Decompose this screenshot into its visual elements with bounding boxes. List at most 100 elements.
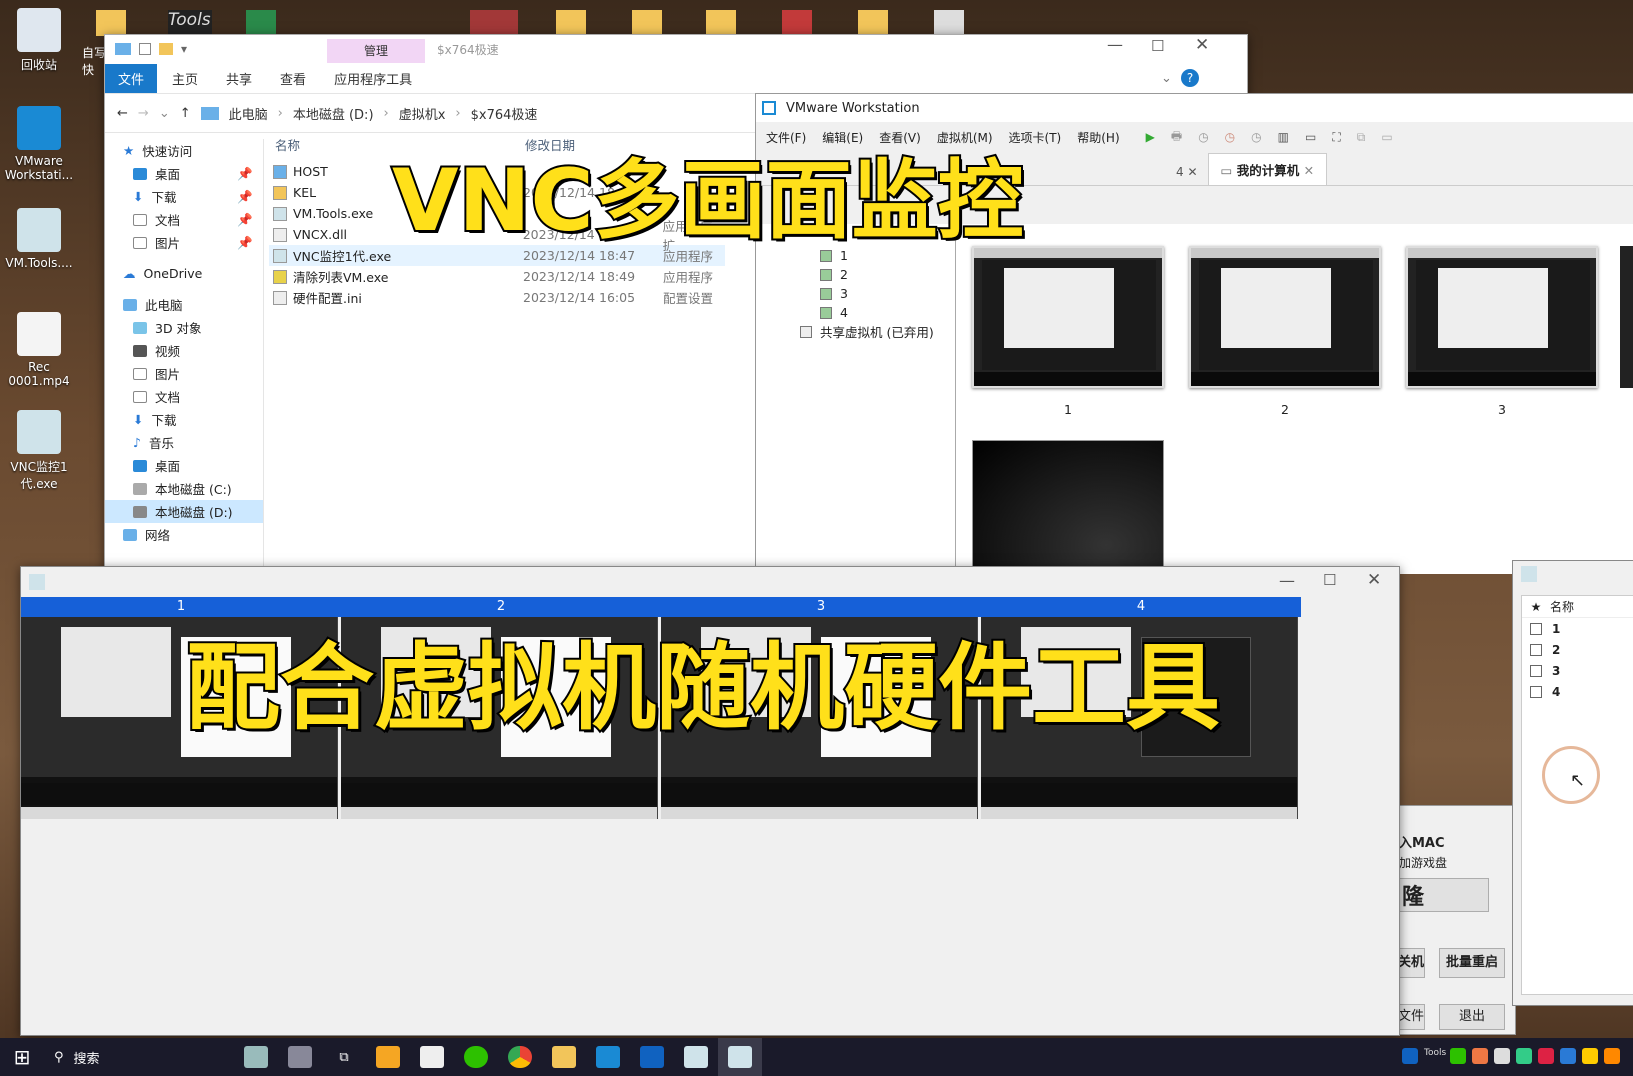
- excel-icon[interactable]: [246, 10, 276, 36]
- taskbar-app-cortana[interactable]: [234, 1038, 278, 1076]
- nav-pictures-pc[interactable]: 图片: [105, 362, 263, 385]
- breadcrumb-item[interactable]: 此电脑: [229, 104, 268, 123]
- nav-music[interactable]: ♪ 音乐: [105, 431, 263, 454]
- taskbar-app-wechat[interactable]: [454, 1038, 498, 1076]
- vm-tree-item[interactable]: 4: [800, 303, 934, 322]
- nav-pictures[interactable]: 图片 📌: [105, 231, 263, 254]
- desktop-icon-vnc[interactable]: VNC监控1代.exe: [0, 410, 78, 492]
- back-arrow-icon[interactable]: ←: [117, 106, 128, 121]
- nav-network[interactable]: 网络: [105, 523, 263, 546]
- folder-icon[interactable]: [556, 10, 586, 36]
- taskbar-app-mail[interactable]: [410, 1038, 454, 1076]
- nav-videos[interactable]: 视频: [105, 339, 263, 362]
- maximize-button[interactable]: ☐: [1323, 571, 1336, 589]
- nav-downloads-pc[interactable]: ⬇ 下载: [105, 408, 263, 431]
- archive-icon[interactable]: [470, 10, 518, 36]
- breadcrumb-item[interactable]: 本地磁盘 (D:): [293, 104, 374, 123]
- folder-icon[interactable]: [632, 10, 662, 36]
- clone-button[interactable]: 隆: [1397, 878, 1489, 912]
- tray-icon[interactable]: [1560, 1048, 1576, 1064]
- menu-help[interactable]: 帮助(H): [1077, 129, 1119, 146]
- nav-desktop-pc[interactable]: 桌面: [105, 454, 263, 477]
- vm-tree-item[interactable]: 3: [800, 284, 934, 303]
- shutdown-button[interactable]: 关机: [1397, 948, 1425, 978]
- tray-icon[interactable]: [1582, 1048, 1598, 1064]
- close-button[interactable]: ✕: [1367, 570, 1381, 590]
- settings-file-icon[interactable]: [934, 10, 964, 36]
- tools-icon[interactable]: Tools: [168, 10, 212, 36]
- taskbar-app-explorer[interactable]: [542, 1038, 586, 1076]
- nav-drive-c[interactable]: 本地磁盘 (C:): [105, 477, 263, 500]
- desktop-icon-rec-mp4[interactable]: Rec 0001.mp4: [0, 312, 78, 388]
- nav-documents-pc[interactable]: 文档: [105, 385, 263, 408]
- vm-tree-item[interactable]: 2: [800, 265, 934, 284]
- folder-icon[interactable]: [858, 10, 888, 36]
- tab-vm-prev[interactable]: 4 ✕: [1166, 159, 1208, 185]
- file-button[interactable]: 文件: [1397, 1004, 1425, 1030]
- tray-icon[interactable]: [1472, 1048, 1488, 1064]
- chevron-down-icon[interactable]: ⌄: [1161, 71, 1172, 86]
- revert-icon[interactable]: ◷: [1225, 130, 1235, 144]
- close-button[interactable]: ✕: [1195, 35, 1209, 55]
- column-star[interactable]: ★: [1522, 600, 1550, 614]
- nav-documents[interactable]: 文档 📌: [105, 208, 263, 231]
- batch-reboot-button[interactable]: 批量重启: [1439, 948, 1505, 978]
- file-row[interactable]: 硬件配置.ini 2023/12/14 16:05 配置设置: [269, 287, 725, 308]
- unity-icon[interactable]: ⧉: [1357, 130, 1366, 145]
- nav-desktop[interactable]: 桌面 📌: [105, 162, 263, 185]
- tab-home[interactable]: 主页: [159, 64, 211, 93]
- row-checkbox[interactable]: [1530, 622, 1542, 635]
- tab-app-tools[interactable]: 应用程序工具: [321, 64, 425, 93]
- tray-icon[interactable]: [1538, 1048, 1554, 1064]
- chevron-down-icon[interactable]: ⌄: [159, 106, 170, 121]
- vm-list-row[interactable]: 1: [1522, 618, 1633, 639]
- taskbar-app-store[interactable]: [366, 1038, 410, 1076]
- tray-icon[interactable]: [1402, 1048, 1418, 1064]
- taskbar-app-vnc-active[interactable]: [718, 1038, 762, 1076]
- desktop-icon-recycle-bin[interactable]: 回收站: [0, 8, 78, 73]
- manage-contextual-tab[interactable]: 管理: [327, 39, 425, 63]
- nav-onedrive[interactable]: ☁ OneDrive: [105, 262, 263, 285]
- vm-thumbnail[interactable]: 2: [1189, 246, 1381, 417]
- folder-icon[interactable]: [706, 10, 736, 36]
- nav-this-pc[interactable]: 此电脑: [105, 293, 263, 316]
- start-button[interactable]: ⊞: [0, 1038, 44, 1076]
- tab-view[interactable]: 查看: [267, 64, 319, 93]
- column-name[interactable]: 名称: [1550, 598, 1574, 615]
- minimize-button[interactable]: —: [1107, 35, 1123, 54]
- console-icon[interactable]: ▭: [1381, 130, 1392, 144]
- vm-list-row[interactable]: 3: [1522, 660, 1633, 681]
- help-icon[interactable]: ?: [1181, 69, 1199, 87]
- tray-icon[interactable]: [1494, 1048, 1510, 1064]
- chevron-down-icon[interactable]: ▾: [181, 42, 187, 56]
- properties-icon[interactable]: [139, 43, 151, 55]
- minimize-button[interactable]: —: [1279, 571, 1295, 590]
- archive-icon[interactable]: [782, 10, 812, 36]
- desktop-icon-vmware[interactable]: VMware Workstati...: [0, 106, 78, 182]
- search-box[interactable]: ⚲ 搜索: [44, 1038, 234, 1076]
- vm-thumbnail-off[interactable]: [972, 440, 1164, 572]
- tray-icon[interactable]: Tools: [1424, 1048, 1446, 1064]
- fullscreen-icon[interactable]: ⛶: [1332, 130, 1340, 145]
- desktop-icon-vmtools[interactable]: VM.Tools....: [0, 208, 78, 270]
- vm-list-row[interactable]: 4: [1522, 681, 1633, 702]
- tab-my-computer[interactable]: ▭ 我的计算机 ✕: [1207, 153, 1328, 185]
- taskbar-app-vmware[interactable]: [586, 1038, 630, 1076]
- task-view-button[interactable]: ⧉: [322, 1038, 366, 1076]
- nav-quick-access[interactable]: ★ 快速访问: [105, 139, 263, 162]
- vm-thumbnail[interactable]: 1: [972, 246, 1164, 417]
- taskbar-app-satellite[interactable]: [278, 1038, 322, 1076]
- play-icon[interactable]: ▶: [1146, 130, 1155, 144]
- snapshot-manager-icon[interactable]: ◷: [1251, 130, 1261, 144]
- forward-arrow-icon[interactable]: →: [138, 106, 149, 121]
- printer-icon[interactable]: 🖶: [1171, 127, 1182, 148]
- thumbnail-bar-icon[interactable]: ▭: [1305, 130, 1316, 144]
- folder-icon[interactable]: [96, 10, 126, 36]
- file-row[interactable]: 清除列表VM.exe 2023/12/14 18:49 应用程序: [269, 266, 725, 287]
- up-arrow-icon[interactable]: ↑: [180, 106, 191, 121]
- new-folder-icon[interactable]: [159, 43, 173, 55]
- snapshot-icon[interactable]: ◷: [1198, 130, 1208, 144]
- tab-file[interactable]: 文件: [105, 63, 158, 93]
- breadcrumb-item[interactable]: $x764极速: [471, 104, 538, 123]
- nav-downloads[interactable]: ⬇ 下载 📌: [105, 185, 263, 208]
